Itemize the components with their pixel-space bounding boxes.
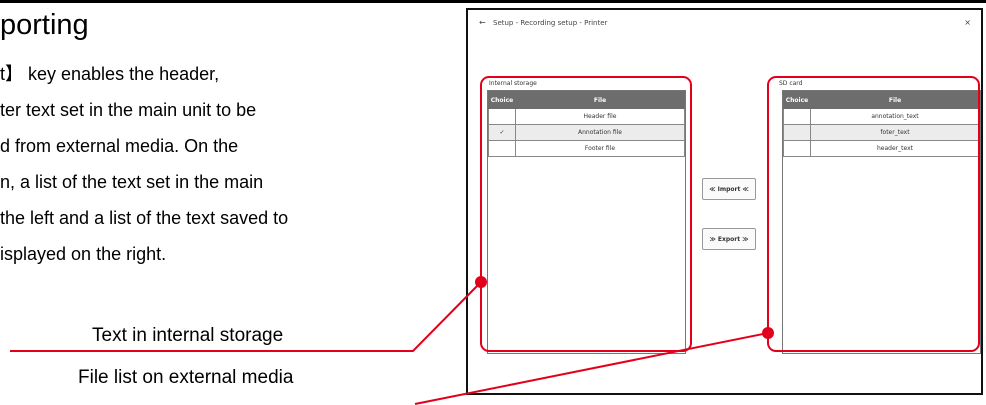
sd-card-highlight bbox=[767, 76, 980, 352]
import-button[interactable]: ≪ Import ≪ bbox=[702, 178, 756, 200]
paragraph-line: n, a list of the text set in the main bbox=[0, 172, 264, 192]
paragraph-line: ter text set in the main unit to be bbox=[0, 100, 257, 120]
paragraph-line: isplayed on the right. bbox=[0, 244, 167, 264]
callout-external-media: File list on external media bbox=[78, 367, 294, 388]
close-icon[interactable]: × bbox=[964, 18, 971, 27]
callout-internal-storage: Text in internal storage bbox=[92, 325, 284, 346]
window-title: Setup - Recording setup - Printer bbox=[493, 19, 608, 27]
internal-storage-highlight bbox=[480, 76, 692, 352]
section-heading: porting bbox=[0, 9, 89, 41]
paragraph-line: the left and a list of the text saved to bbox=[0, 208, 289, 228]
title-bar: ← Setup - Recording setup - Printer × bbox=[468, 10, 981, 36]
paragraph-line: d from external media. On the bbox=[0, 136, 239, 156]
paragraph-line: t】 key enables the header, bbox=[0, 64, 220, 84]
back-arrow-icon[interactable]: ← bbox=[479, 18, 486, 27]
export-button[interactable]: ≫ Export ≫ bbox=[702, 228, 756, 250]
top-rule bbox=[0, 0, 986, 3]
